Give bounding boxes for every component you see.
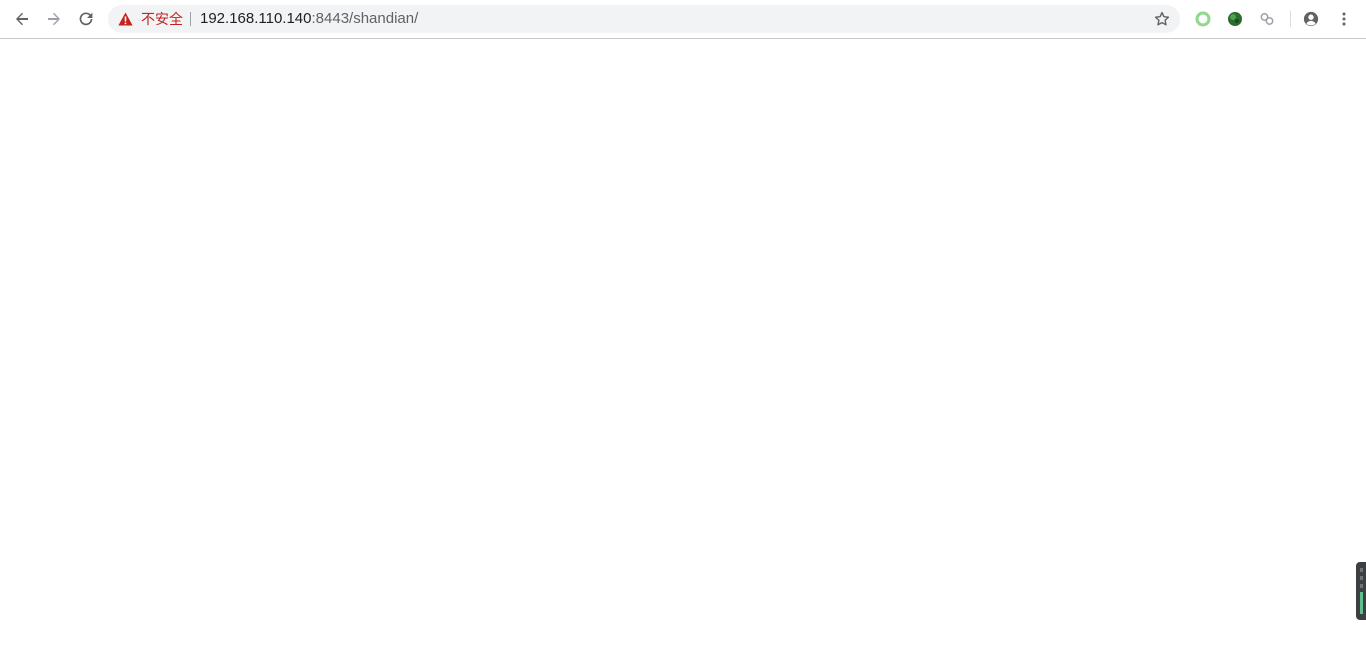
green-ring-icon[interactable] (1195, 11, 1211, 27)
security-status-label[interactable]: 不安全 (141, 11, 183, 27)
widget-bar (1360, 592, 1363, 614)
page-content (0, 39, 1366, 664)
widget-bar (1360, 568, 1363, 572)
toolbar-separator (1290, 11, 1291, 27)
browser-toolbar: 不安全 192.168.110.140:8443/shandian/ (0, 0, 1366, 39)
omnibox-divider (190, 12, 191, 26)
warning-triangle-icon (118, 12, 133, 26)
reload-button[interactable] (73, 6, 99, 32)
url-text[interactable]: 192.168.110.140:8443/shandian/ (200, 11, 418, 27)
back-button[interactable] (9, 6, 35, 32)
account-circle-icon[interactable] (1303, 11, 1319, 27)
address-bar[interactable]: 不安全 192.168.110.140:8443/shandian/ (108, 5, 1180, 33)
reload-icon (79, 12, 93, 26)
url-path: :8443/shandian/ (311, 10, 419, 27)
kebab-menu-icon[interactable] (1336, 11, 1352, 27)
widget-bar (1360, 576, 1363, 580)
forward-button[interactable] (41, 6, 67, 32)
side-widget[interactable] (1356, 562, 1366, 620)
link-chain-icon[interactable] (1259, 11, 1275, 27)
forward-arrow-icon (48, 12, 60, 26)
back-arrow-icon (16, 12, 28, 26)
widget-bar (1360, 584, 1363, 588)
green-sphere-icon[interactable] (1227, 11, 1243, 27)
url-host: 192.168.110.140 (200, 10, 312, 27)
star-icon[interactable] (1154, 11, 1170, 27)
